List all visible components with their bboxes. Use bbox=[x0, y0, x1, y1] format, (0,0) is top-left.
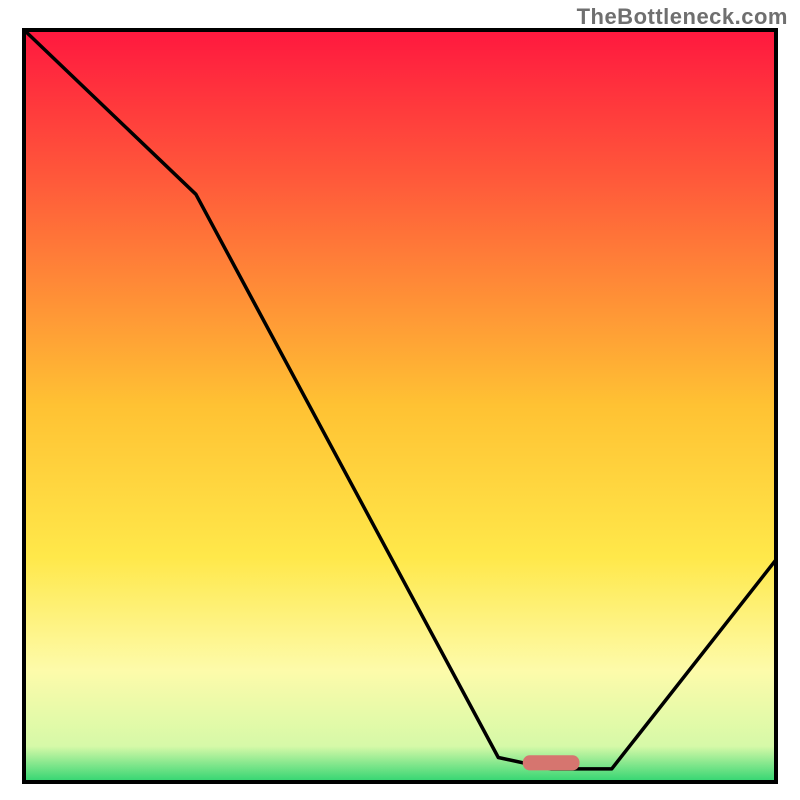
bottleneck-chart bbox=[22, 28, 778, 784]
optimum-marker bbox=[523, 755, 580, 770]
watermark-text: TheBottleneck.com bbox=[577, 4, 788, 30]
gradient-background bbox=[22, 28, 778, 784]
